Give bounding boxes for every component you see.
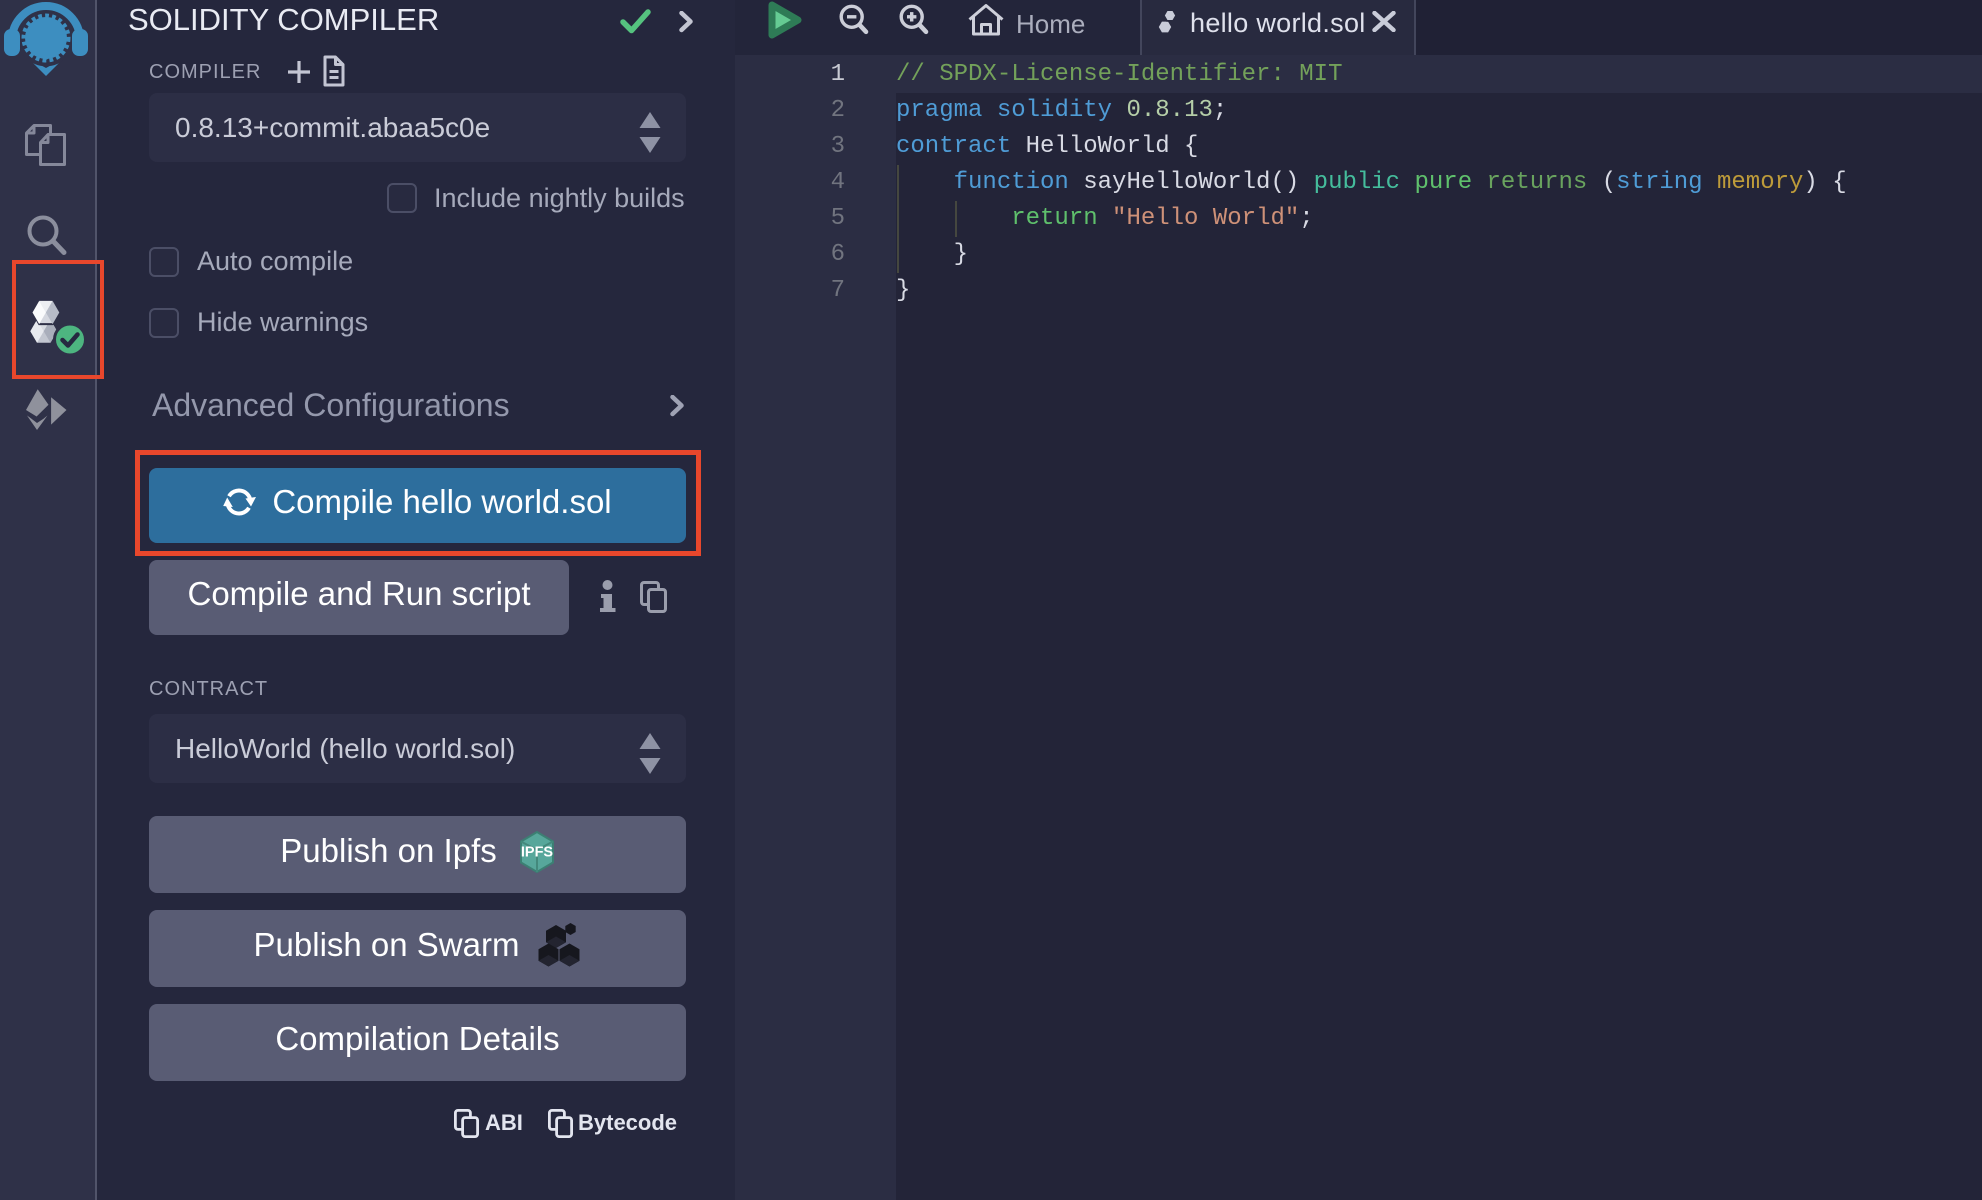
- svg-text:IPFS: IPFS: [521, 844, 554, 860]
